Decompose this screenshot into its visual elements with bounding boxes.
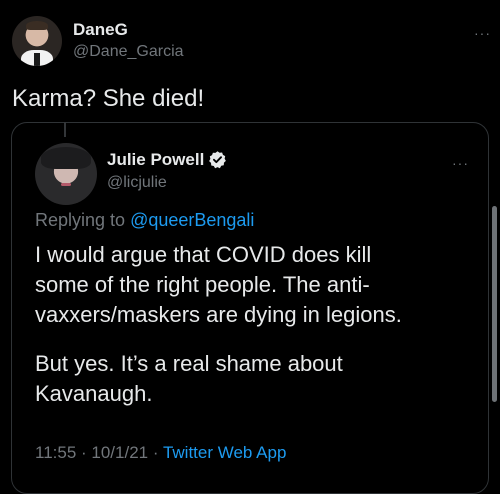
quoted-author-avatar[interactable]	[35, 143, 97, 205]
quoted-tweet-paragraph-1: I would argue that COVID does kill some …	[35, 240, 402, 330]
replying-to-mention[interactable]: @queerBengali	[130, 210, 254, 230]
avatar-tie	[34, 53, 40, 66]
thread-connector-line	[64, 122, 66, 137]
avatar-hair	[26, 21, 48, 30]
avatar[interactable]	[12, 16, 62, 66]
tweet-text: Karma? She died!	[12, 85, 205, 112]
avatar-lips	[61, 183, 71, 186]
tweet-metadata: 11:55 · 10/1/21 · Twitter Web App	[35, 443, 286, 463]
text-line: Kavanaugh.	[35, 381, 153, 406]
more-horizontal-icon[interactable]: ···	[452, 156, 469, 170]
text-line: some of the right people. The anti-	[35, 272, 370, 297]
verified-badge-icon	[209, 151, 226, 169]
tweet-time[interactable]: 11:55	[35, 443, 76, 462]
quoted-author-handle[interactable]: @licjulie	[107, 174, 167, 192]
replying-to-line: Replying to @queerBengali	[35, 210, 254, 231]
text-line: But yes. It’s a real shame about	[35, 351, 343, 376]
text-line: vaxxers/maskers are dying in legions.	[35, 302, 402, 327]
text-line: I would argue that COVID does kill	[35, 242, 372, 267]
avatar-hair	[41, 147, 91, 169]
quoted-tweet-paragraph-2: But yes. It’s a real shame about Kavanau…	[35, 349, 343, 409]
tweet-date[interactable]: 10/1/21	[91, 443, 148, 462]
more-horizontal-icon[interactable]: ···	[474, 26, 491, 40]
author-handle[interactable]: @Dane_Garcia	[73, 43, 184, 61]
replying-to-label: Replying to	[35, 210, 131, 230]
scrollbar[interactable]	[492, 206, 497, 402]
quoted-author-name[interactable]: Julie Powell	[107, 150, 204, 170]
meta-separator: ·	[76, 443, 92, 462]
author-name[interactable]: DaneG	[73, 20, 128, 40]
meta-separator: ·	[148, 443, 163, 462]
tweet-source[interactable]: Twitter Web App	[163, 443, 286, 462]
